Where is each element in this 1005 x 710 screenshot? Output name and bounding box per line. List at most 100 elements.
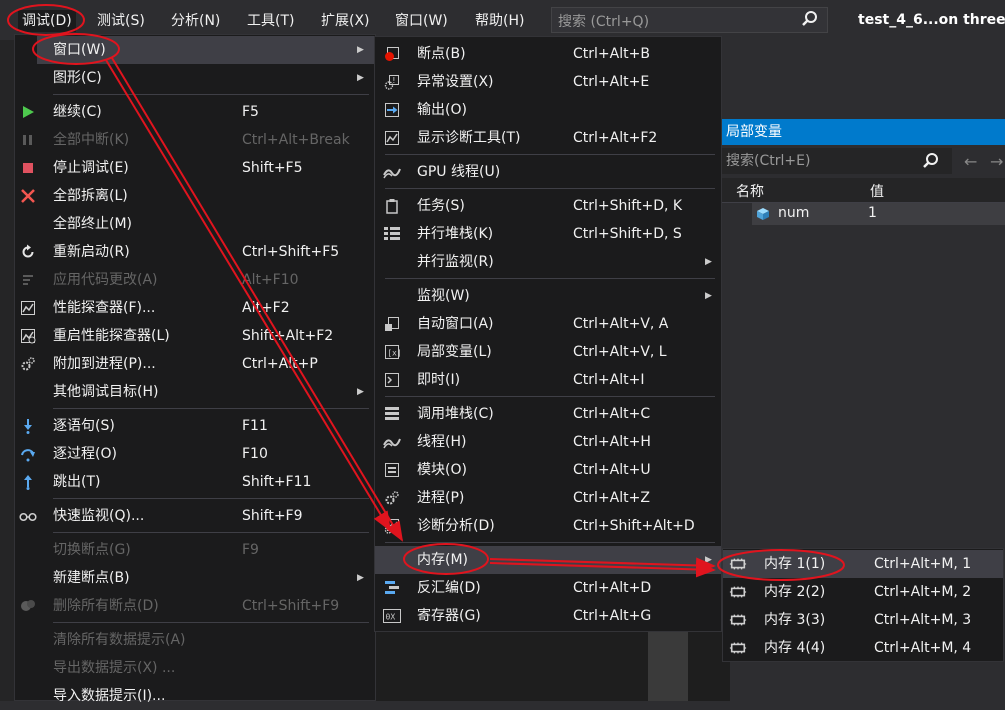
debug-menu-item-label: 重启性能探查器(L) bbox=[53, 328, 170, 344]
debug-menu-item-shortcut: Shift+F11 bbox=[242, 474, 312, 490]
column-value[interactable]: 值 bbox=[870, 181, 884, 201]
pause-icon bbox=[19, 131, 37, 149]
glasses-icon bbox=[19, 507, 37, 525]
window-menu-item-15[interactable]: 模块(O) Ctrl+Alt+U bbox=[375, 456, 721, 484]
window-menu-item-18[interactable]: 内存(M) ▶ bbox=[375, 546, 721, 574]
debug-menu-item-15[interactable]: 逐过程(O) F10 bbox=[15, 440, 375, 468]
menu-window[interactable]: 窗口(W) bbox=[395, 10, 448, 32]
debug-menu-item-8[interactable]: 重新启动(R) Ctrl+Shift+F5 bbox=[15, 238, 375, 266]
menu-extensions[interactable]: 扩展(X) bbox=[321, 10, 370, 32]
window-menu-item-10[interactable]: 自动窗口(A) Ctrl+Alt+V, A bbox=[375, 310, 721, 338]
debug-menu-item-label: 图形(C) bbox=[53, 70, 102, 86]
debug-menu-item-7[interactable]: 全部终止(M) bbox=[15, 210, 375, 238]
debug-menu-item-2[interactable]: 图形(C) ▶ bbox=[15, 64, 375, 92]
debug-menu-item-23[interactable]: 导入数据提示(I)... bbox=[15, 682, 375, 710]
diagnostic-tools-icon bbox=[383, 129, 401, 147]
memory-menu-item-4[interactable]: 内存 4(4) Ctrl+Alt+M, 4 bbox=[723, 634, 1003, 662]
debug-menu-item-5[interactable]: 停止调试(E) Shift+F5 bbox=[15, 154, 375, 182]
debug-menu-item-10[interactable]: 性能探查器(F)... Alt+F2 bbox=[15, 294, 375, 322]
debug-menu-item-21: 清除所有数据提示(A) bbox=[15, 626, 375, 654]
left-gutter bbox=[0, 40, 14, 701]
autos-icon bbox=[383, 315, 401, 333]
debug-menu-item-16[interactable]: 跳出(T) Shift+F11 bbox=[15, 468, 375, 496]
debug-menu-item-1[interactable]: 窗口(W) ▶ bbox=[37, 36, 375, 64]
window-menu-item-13[interactable]: 调用堆栈(C) Ctrl+Alt+C bbox=[375, 400, 721, 428]
debug-menu-item-12[interactable]: 附加到进程(P)... Ctrl+Alt+P bbox=[15, 350, 375, 378]
window-menu-item-2[interactable]: ! 异常设置(X) Ctrl+Alt+E bbox=[375, 68, 721, 96]
window-menu-item-7[interactable]: 并行堆栈(K) Ctrl+Shift+D, S bbox=[375, 220, 721, 248]
back-arrow-icon[interactable]: ← bbox=[964, 152, 977, 171]
window-menu-item-1[interactable]: 断点(B) Ctrl+Alt+B bbox=[375, 40, 721, 68]
tasks-icon bbox=[383, 197, 401, 215]
window-menu-item-5[interactable]: GPU 线程(U) bbox=[375, 158, 721, 186]
debug-menu-item-6[interactable]: 全部拆离(L) bbox=[15, 182, 375, 210]
window-menu-item-20[interactable]: 0X 寄存器(G) Ctrl+Alt+G bbox=[375, 602, 721, 630]
debug-menu-item-label: 全部终止(M) bbox=[53, 216, 133, 232]
debug-menu-item-shortcut: Shift+F5 bbox=[242, 160, 303, 176]
search-box[interactable]: 搜索 (Ctrl+Q) bbox=[551, 7, 828, 33]
debug-menu-item-shortcut: Alt+F10 bbox=[242, 272, 299, 288]
profiler-icon bbox=[19, 299, 37, 317]
locals-search-icon[interactable] bbox=[920, 150, 942, 176]
variable-value: 1 bbox=[868, 205, 877, 221]
table-row[interactable]: num 1 bbox=[752, 203, 1005, 225]
window-menu-item-11[interactable]: [x] 局部变量(L) Ctrl+Alt+V, L bbox=[375, 338, 721, 366]
search-placeholder: 搜索 (Ctrl+Q) bbox=[558, 14, 650, 30]
window-menu-item-17[interactable]: 诊断分析(D) Ctrl+Shift+Alt+D bbox=[375, 512, 721, 540]
menu-separator bbox=[385, 188, 715, 189]
debug-menu-item-label: 切换断点(G) bbox=[53, 542, 131, 558]
debug-menu-item-14[interactable]: 逐语句(S) F11 bbox=[15, 412, 375, 440]
window-menu-item-19[interactable]: 反汇编(D) Ctrl+Alt+D bbox=[375, 574, 721, 602]
column-name[interactable]: 名称 bbox=[736, 181, 764, 201]
memory-menu-item-3[interactable]: 内存 3(3) Ctrl+Alt+M, 3 bbox=[723, 606, 1003, 634]
debug-menu-item-shortcut: F5 bbox=[242, 104, 259, 120]
memory-menu-item-2[interactable]: 内存 2(2) Ctrl+Alt+M, 2 bbox=[723, 578, 1003, 606]
window-menu-item-16[interactable]: 进程(P) Ctrl+Alt+Z bbox=[375, 484, 721, 512]
locals-search-input[interactable]: 搜索(Ctrl+E) bbox=[722, 148, 952, 174]
window-menu-item-shortcut: Ctrl+Shift+D, S bbox=[573, 226, 682, 242]
variable-name: num bbox=[778, 205, 810, 221]
debug-menu-item-17[interactable]: 快速监视(Q)... Shift+F9 bbox=[15, 502, 375, 530]
window-menu-item-shortcut: Ctrl+Alt+B bbox=[573, 46, 650, 62]
registers-icon: 0X bbox=[383, 607, 401, 625]
processes-icon bbox=[383, 489, 401, 507]
apply-changes-icon bbox=[19, 271, 37, 289]
debug-menu-item-19[interactable]: 新建断点(B) ▶ bbox=[15, 564, 375, 592]
window-menu-item-label: 断点(B) bbox=[417, 46, 466, 62]
debug-menu-item-9: 应用代码更改(A) Alt+F10 bbox=[15, 266, 375, 294]
window-menu-item-9[interactable]: 监视(W) ▶ bbox=[375, 282, 721, 310]
menu-debug[interactable]: 调试(D) bbox=[18, 10, 76, 32]
debug-menu-item-11[interactable]: 重启性能探查器(L) Shift+Alt+F2 bbox=[15, 322, 375, 350]
menu-tools[interactable]: 工具(T) bbox=[247, 10, 294, 32]
menu-separator bbox=[385, 542, 715, 543]
detach-x-icon bbox=[19, 187, 37, 205]
memory-menu-item-1[interactable]: 内存 1(1) Ctrl+Alt+M, 1 bbox=[723, 550, 1003, 578]
window-menu-item-6[interactable]: 任务(S) Ctrl+Shift+D, K bbox=[375, 192, 721, 220]
window-menu-item-label: 显示诊断工具(T) bbox=[417, 130, 521, 146]
window-menu-item-4[interactable]: 显示诊断工具(T) Ctrl+Alt+F2 bbox=[375, 124, 721, 152]
debug-menu-item-label: 清除所有数据提示(A) bbox=[53, 632, 186, 648]
window-menu-item-12[interactable]: 即时(I) Ctrl+Alt+I bbox=[375, 366, 721, 394]
memory-menu-item-shortcut: Ctrl+Alt+M, 2 bbox=[874, 584, 972, 600]
memory-menu-item-label: 内存 3(3) bbox=[764, 612, 826, 628]
locals-panel-title[interactable]: 局部变量 bbox=[722, 119, 1005, 145]
restart-icon bbox=[19, 243, 37, 261]
window-menu-item-label: 任务(S) bbox=[417, 198, 465, 214]
window-menu-item-shortcut: Ctrl+Alt+G bbox=[573, 608, 652, 624]
menu-separator bbox=[385, 154, 715, 155]
window-menu-item-label: 自动窗口(A) bbox=[417, 316, 494, 332]
debug-menu-item-3[interactable]: 继续(C) F5 bbox=[15, 98, 375, 126]
debug-menu-item-label: 其他调试目标(H) bbox=[53, 384, 159, 400]
menu-test[interactable]: 测试(S) bbox=[97, 10, 145, 32]
window-menu-item-8[interactable]: 并行监视(R) ▶ bbox=[375, 248, 721, 276]
search-icon[interactable] bbox=[801, 10, 819, 32]
menu-analyze[interactable]: 分析(N) bbox=[171, 10, 220, 32]
debug-menu-item-label: 附加到进程(P)... bbox=[53, 356, 156, 372]
window-menu-item-label: 寄存器(G) bbox=[417, 608, 481, 624]
debug-menu-item-13[interactable]: 其他调试目标(H) ▶ bbox=[15, 378, 375, 406]
window-menu-item-3[interactable]: 输出(O) bbox=[375, 96, 721, 124]
menu-help[interactable]: 帮助(H) bbox=[475, 10, 524, 32]
memory-menu-item-label: 内存 2(2) bbox=[764, 584, 826, 600]
forward-arrow-icon[interactable]: → bbox=[990, 152, 1003, 171]
window-menu-item-14[interactable]: 线程(H) Ctrl+Alt+H bbox=[375, 428, 721, 456]
